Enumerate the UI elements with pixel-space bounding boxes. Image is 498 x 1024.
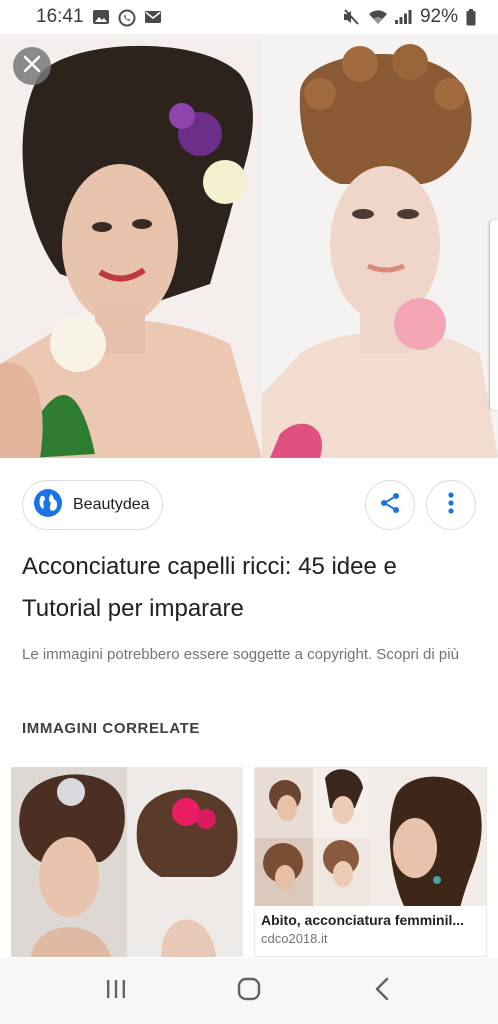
related-image-card[interactable] bbox=[11, 767, 243, 957]
home-button[interactable] bbox=[219, 966, 279, 1016]
main-image[interactable] bbox=[0, 34, 498, 458]
gallery-icon bbox=[92, 9, 110, 25]
main-image-illustration bbox=[0, 34, 498, 458]
related-image-thumbnail bbox=[11, 767, 243, 957]
status-bar: 16:41 92% bbox=[0, 0, 498, 34]
mute-icon bbox=[342, 9, 360, 25]
scroll-handle[interactable] bbox=[490, 220, 498, 410]
recents-button[interactable] bbox=[86, 966, 146, 1016]
share-icon bbox=[378, 491, 402, 520]
recents-icon bbox=[105, 979, 127, 1004]
battery-icon bbox=[466, 9, 476, 26]
close-icon bbox=[23, 55, 41, 78]
whatsapp-icon bbox=[118, 9, 136, 27]
system-nav-bar bbox=[0, 958, 498, 1024]
home-icon bbox=[237, 977, 261, 1006]
battery-percent: 92% bbox=[419, 6, 458, 27]
status-left: 16:41 bbox=[36, 6, 162, 28]
related-card-source: cdco2018.it bbox=[261, 931, 328, 946]
related-image-thumbnail bbox=[255, 768, 486, 908]
signal-icon bbox=[394, 9, 412, 25]
copyright-notice[interactable]: Le immagini potrebbero essere soggette a… bbox=[22, 641, 482, 668]
status-time: 16:41 bbox=[36, 6, 84, 27]
status-right: 92% bbox=[342, 6, 476, 28]
globe-icon bbox=[33, 488, 63, 523]
related-image-card[interactable]: Abito, acconciatura femminil... cdco2018… bbox=[254, 767, 487, 957]
share-button[interactable] bbox=[365, 480, 415, 530]
source-chip[interactable]: Beautydea bbox=[22, 480, 163, 530]
related-card-caption: Abito, acconciatura femminil... cdco2018… bbox=[255, 906, 486, 956]
mail-icon bbox=[144, 9, 162, 25]
related-images-heading: IMMAGINI CORRELATE bbox=[22, 720, 201, 737]
related-card-title: Abito, acconciatura femminil... bbox=[261, 912, 465, 928]
more-options-button[interactable] bbox=[426, 480, 476, 530]
image-title[interactable]: Acconciature capelli ricci: 45 idee e Tu… bbox=[22, 546, 482, 630]
close-button[interactable] bbox=[13, 47, 51, 85]
more-vert-icon bbox=[448, 491, 454, 520]
source-name: Beautydea bbox=[73, 496, 150, 513]
back-button[interactable] bbox=[352, 966, 412, 1016]
back-icon bbox=[374, 977, 390, 1006]
wifi-icon bbox=[368, 9, 387, 25]
